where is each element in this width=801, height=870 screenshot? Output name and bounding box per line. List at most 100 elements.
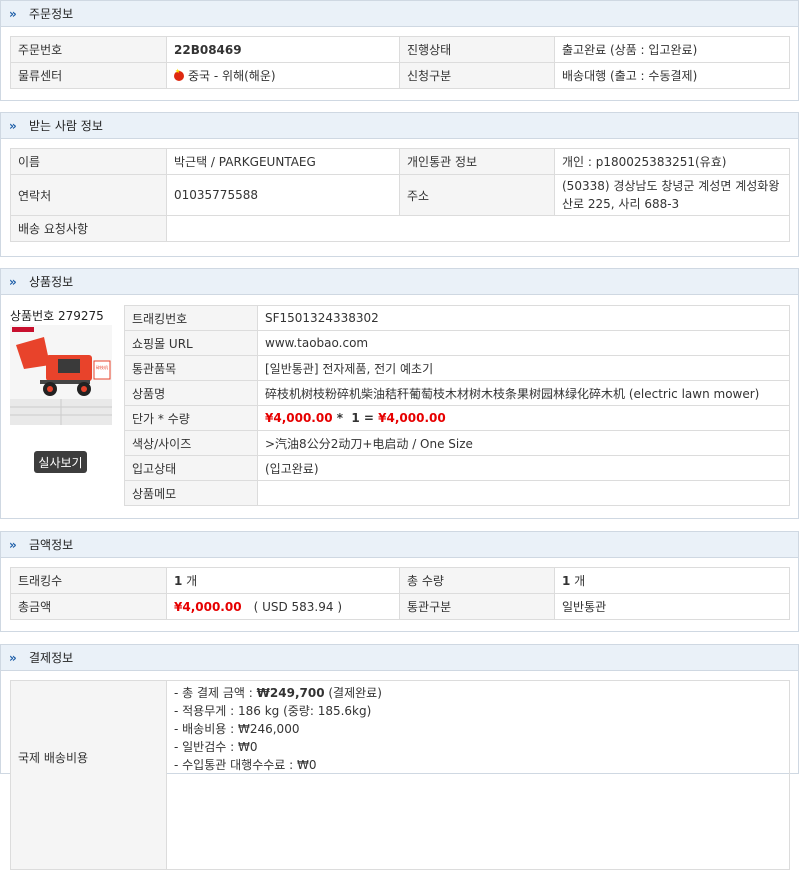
order-number-value: 22B08469 — [166, 36, 400, 63]
address-label: 주소 — [399, 174, 555, 216]
request-type-value: 배송대행 (출고 : 수동결제) — [554, 62, 790, 89]
total-payment-prefix: - 총 결제 금액 : — [174, 686, 257, 700]
table-row: 트래킹수 1 개 총 수량 1 개 — [10, 567, 790, 594]
table-row: 트래킹번호 SF1501324338302 — [124, 305, 790, 331]
customs-info-label: 개인통관 정보 — [399, 148, 555, 175]
product-info-title: 상품정보 — [29, 275, 74, 289]
table-row: 국제 배송비용 - 총 결제 금액 : ₩249,700 (결제완료) - 적용… — [10, 680, 790, 870]
payment-detail-list: - 총 결제 금액 : ₩249,700 (결제완료) - 적용무게 : 186… — [174, 684, 782, 774]
table-row: 배송 요청사항 — [10, 215, 790, 242]
option-label: 색상/사이즈 — [124, 430, 258, 456]
product-name-link[interactable]: 碎枝机树枝粉碎机柴油秸秆葡萄枝木材树木枝条果树园林绿化碎木机 (electric… — [257, 380, 790, 406]
logistics-center-value: 중국 - 위해(해운) — [188, 69, 276, 83]
total-payment-suffix: (결제완료) — [324, 686, 382, 700]
logistics-center-label: 물류센터 — [10, 62, 167, 89]
unit-price-qty-value: ¥4,000.00 * 1 = ¥4,000.00 — [257, 405, 790, 431]
total-amount-usd: ( USD 583.94 ) — [253, 599, 343, 614]
international-shipping-label: 국제 배송비용 — [10, 680, 167, 870]
chevron-right-icon: » — [9, 537, 17, 552]
price-operator: * 1 = — [332, 411, 379, 425]
total-quantity-unit: 개 — [570, 574, 586, 588]
total-amount-value: ¥4,000.00 — [174, 599, 242, 614]
product-thumbnail[interactable]: 碎枝机 — [10, 325, 112, 425]
tracking-number-label: 트래킹번호 — [124, 305, 258, 331]
arrival-status-label: 입고상태 — [124, 455, 258, 481]
recipient-info-header: » 받는 사람 정보 — [1, 113, 798, 139]
table-row: 상품메모 — [124, 480, 790, 506]
wood-chipper-image: 碎枝机 — [10, 325, 112, 425]
total-payment-amount: ₩249,700 — [256, 686, 325, 700]
table-row: 입고상태 (입고완료) — [124, 455, 790, 481]
customs-category-label: 통관품목 — [124, 355, 258, 381]
table-row: 상품명 碎枝机树枝粉碎机柴油秸秆葡萄枝木材树木枝条果树园林绿化碎木机 (elec… — [124, 380, 790, 406]
name-label: 이름 — [10, 148, 167, 175]
payment-details: - 총 결제 금액 : ₩249,700 (결제완료) - 적용무게 : 186… — [166, 680, 790, 870]
tracking-count-unit: 개 — [182, 574, 198, 588]
order-info-header: » 주문정보 — [1, 1, 798, 27]
payment-info-table: 국제 배송비용 - 총 결제 금액 : ₩249,700 (결제완료) - 적용… — [10, 680, 790, 870]
view-photo-button[interactable]: 실사보기 — [34, 451, 87, 473]
amount-info-title: 금액정보 — [29, 538, 74, 552]
amount-info-table: 트래킹수 1 개 총 수량 1 개 총금액 ¥4,000.00 ( USD 583… — [10, 567, 790, 620]
request-type-label: 신청구분 — [399, 62, 555, 89]
table-row: 연락처 01035775588 주소 (50338) 경상남도 창녕군 계성면 … — [10, 174, 790, 216]
payment-info-header: » 결제정보 — [1, 645, 798, 671]
arrival-status-value: (입고완료) — [257, 455, 790, 481]
table-row: 단가 * 수량 ¥4,000.00 * 1 = ¥4,000.00 — [124, 405, 790, 431]
table-row: 색상/사이즈 >汽油8公分2动刀+电启动 / One Size — [124, 430, 790, 456]
shopping-mall-url[interactable]: www.taobao.com — [257, 330, 790, 356]
list-item: - 수입통관 대행수수료 : ₩0 — [174, 758, 317, 772]
recipient-info-table: 이름 박근택 / PARKGEUNTAEG 개인통관 정보 개인 : p1800… — [10, 148, 790, 242]
line-total-price: ¥4,000.00 — [378, 411, 446, 425]
customs-info-value: 개인 : p180025383251(유효) — [554, 148, 790, 175]
list-item: - 배송비용 : ₩246,000 — [174, 722, 300, 736]
order-info-title: 주문정보 — [29, 7, 74, 21]
tracking-count-label: 트래킹수 — [10, 567, 167, 594]
chevron-right-icon: » — [9, 118, 17, 133]
progress-status-label: 진행상태 — [399, 36, 555, 63]
amount-info-header: » 금액정보 — [1, 532, 798, 558]
recipient-info-title: 받는 사람 정보 — [29, 119, 103, 133]
order-number-label: 주문번호 — [10, 36, 167, 63]
order-info-table: 주문번호 22B08469 진행상태 출고완료 (상품 : 입고완료) 물류센터… — [10, 36, 790, 89]
option-value: >汽油8公分2动刀+电启动 / One Size — [257, 430, 790, 456]
table-row: 주문번호 22B08469 진행상태 출고완료 (상품 : 입고완료) — [10, 36, 790, 63]
delivery-request-value — [166, 215, 790, 242]
table-row: 물류센터 중국 - 위해(해운) 신청구분 배송대행 (출고 : 수동결제) — [10, 62, 790, 89]
china-flag-icon — [174, 68, 184, 81]
table-row: 통관품목 [일반통관] 전자제품, 전기 예초기 — [124, 355, 790, 381]
table-row: 이름 박근택 / PARKGEUNTAEG 개인통관 정보 개인 : p1800… — [10, 148, 790, 175]
customs-type-value: 일반통관 — [554, 593, 790, 620]
phone-value: 01035775588 — [166, 174, 400, 216]
logistics-center-cell: 중국 - 위해(해운) — [166, 62, 400, 89]
tracking-number-value: SF1501324338302 — [257, 305, 790, 331]
product-info-header: » 상품정보 — [1, 269, 798, 295]
product-name-label: 상품명 — [124, 380, 258, 406]
customs-type-label: 통관구분 — [399, 593, 555, 620]
unit-price-qty-label: 단가 * 수량 — [124, 405, 258, 431]
list-item: - 총 결제 금액 : ₩249,700 (결제완료) — [174, 684, 782, 702]
delivery-request-label: 배송 요청사항 — [10, 215, 167, 242]
product-number: 상품번호 279275 — [10, 309, 104, 323]
progress-status-value: 출고완료 (상품 : 입고완료) — [554, 36, 790, 63]
product-detail-table: 트래킹번호 SF1501324338302 쇼핑몰 URL www.taobao… — [124, 305, 790, 506]
phone-label: 연락처 — [10, 174, 167, 216]
chevron-right-icon: » — [9, 274, 17, 289]
chevron-right-icon: » — [9, 650, 17, 665]
total-amount-cell: ¥4,000.00 ( USD 583.94 ) — [166, 593, 400, 620]
address-value: (50338) 경상남도 창녕군 계성면 계성화왕산로 225, 사리 688-… — [554, 174, 790, 216]
payment-info-title: 결제정보 — [29, 651, 74, 665]
list-item: - 일반검수 : ₩0 — [174, 740, 258, 754]
total-quantity-cell: 1 개 — [554, 567, 790, 594]
customs-category-value: [일반통관] 전자제품, 전기 예초기 — [257, 355, 790, 381]
unit-price: ¥4,000.00 — [265, 411, 333, 425]
table-row: 총금액 ¥4,000.00 ( USD 583.94 ) 통관구분 일반통관 — [10, 593, 790, 620]
image-caption: 碎枝机 — [96, 364, 108, 370]
shopping-mall-label: 쇼핑몰 URL — [124, 330, 258, 356]
name-value: 박근택 / PARKGEUNTAEG — [166, 148, 400, 175]
total-amount-label: 총금액 — [10, 593, 167, 620]
product-memo-value — [257, 480, 790, 506]
list-item: - 적용무게 : 186 kg (중량: 185.6kg) — [174, 704, 372, 718]
tracking-count-cell: 1 개 — [166, 567, 400, 594]
table-row: 쇼핑몰 URL www.taobao.com — [124, 330, 790, 356]
